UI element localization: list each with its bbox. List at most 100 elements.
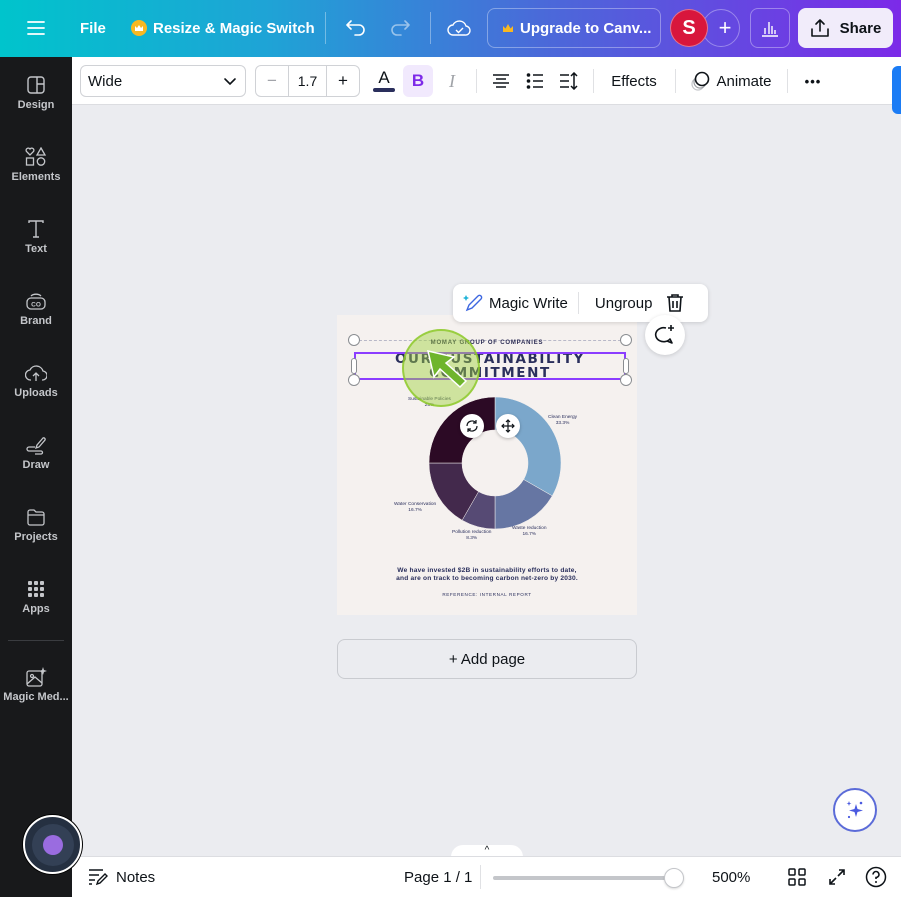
magic-assistant-button[interactable] <box>833 788 877 832</box>
expand-icon <box>829 869 845 885</box>
page-indicator[interactable]: Page 1 / 1 <box>404 869 472 886</box>
add-comment-button[interactable] <box>645 315 685 355</box>
save-status-button[interactable] <box>446 16 472 40</box>
resize-magic-switch-button[interactable]: Resize & Magic Switch <box>131 17 315 39</box>
sidebar-label: Elements <box>11 171 61 183</box>
more-options-button[interactable]: ••• <box>799 65 827 97</box>
move-handle[interactable] <box>496 414 520 438</box>
draw-icon <box>26 437 46 455</box>
line-spacing-icon <box>560 72 578 90</box>
bold-button[interactable]: B <box>403 65 433 97</box>
magic-write-label: Magic Write <box>489 294 568 312</box>
file-menu[interactable]: File <box>80 17 106 39</box>
body-text[interactable]: We have invested $2B in sustainability e… <box>337 567 637 583</box>
share-upload-icon <box>810 19 829 37</box>
rotate-icon <box>466 420 478 432</box>
side-panel-tab[interactable] <box>892 66 901 114</box>
animate-label: Animate <box>716 72 772 90</box>
donut-slice-clean-energy <box>494 396 562 497</box>
upgrade-label: Upgrade to Canv... <box>520 19 652 37</box>
avatar[interactable]: S <box>670 9 708 47</box>
grid-view-icon <box>788 868 806 886</box>
share-label: Share <box>839 19 882 37</box>
brand-icon: CO <box>26 293 46 310</box>
align-center-button[interactable] <box>487 65 515 97</box>
resize-label: Resize & Magic Switch <box>153 19 315 37</box>
body-line-1: We have invested $2B in sustainability e… <box>397 567 577 574</box>
text-color-icon: A <box>378 68 390 87</box>
fullscreen-button[interactable] <box>826 866 848 888</box>
ungroup-button[interactable]: Ungroup <box>579 295 661 312</box>
zoom-slider-thumb[interactable] <box>663 868 684 888</box>
click-indicator <box>402 329 480 407</box>
body-line-2: and are on track to becoming carbon net-… <box>396 575 578 582</box>
main-menu-button[interactable] <box>24 16 48 40</box>
notes-button[interactable]: Notes <box>88 868 155 886</box>
share-button[interactable]: Share <box>798 8 893 48</box>
notes-label: Notes <box>116 868 156 886</box>
sidebar-label: Brand <box>20 315 52 327</box>
sidebar-item-design[interactable]: Design <box>0 75 72 111</box>
decrease-font-size-button[interactable]: − <box>256 71 288 91</box>
chart-label-clean-energy: Clean Energy 33.3% <box>548 415 578 426</box>
sidebar-item-elements[interactable]: Elements <box>0 147 72 183</box>
chart-label-water-conservation: Water Conservation 16.7% <box>394 502 437 513</box>
insights-button[interactable] <box>750 8 790 48</box>
help-icon <box>865 866 887 888</box>
magic-write-button[interactable]: Magic Write <box>453 284 578 322</box>
sidebar-item-uploads[interactable]: Uploads <box>0 363 72 399</box>
elements-icon <box>25 147 47 166</box>
hamburger-icon <box>27 21 45 35</box>
spacing-button[interactable] <box>555 65 583 97</box>
sidebar-item-apps[interactable]: Apps <box>0 579 72 615</box>
font-name: Wide <box>88 72 123 90</box>
divider <box>476 69 477 93</box>
delete-button[interactable] <box>660 293 690 313</box>
sidebar-item-draw[interactable]: Draw <box>0 435 72 471</box>
assistant-dot-icon <box>42 834 63 855</box>
folder-icon <box>27 509 45 526</box>
zoom-slider-track[interactable] <box>493 876 683 880</box>
sidebar-item-projects[interactable]: Projects <box>0 507 72 543</box>
font-size-input[interactable]: 1.7 <box>288 66 327 96</box>
divider <box>593 69 594 93</box>
reference-text[interactable]: REFERENCE: INTERNAL REPORT <box>337 592 637 597</box>
magic-pen-icon <box>463 294 483 312</box>
sidebar-item-magic-media[interactable]: Magic Med... <box>0 667 72 703</box>
sidebar-item-brand[interactable]: CO Brand <box>0 291 72 327</box>
notes-icon <box>89 869 108 886</box>
assistant-button[interactable] <box>23 815 82 874</box>
cloud-upload-icon <box>25 365 47 381</box>
sidebar-label: Projects <box>14 531 58 543</box>
undo-button[interactable] <box>343 16 367 40</box>
plus-icon: + <box>718 15 732 40</box>
svg-text:CO: CO <box>31 302 41 309</box>
help-button[interactable] <box>865 866 887 888</box>
bar-chart-icon <box>762 22 778 37</box>
trash-icon <box>667 294 684 312</box>
chevron-down-icon <box>224 78 236 86</box>
text-color-button[interactable]: A <box>370 65 398 97</box>
sidebar-item-text[interactable]: Text <box>0 219 72 255</box>
redo-button[interactable] <box>389 16 413 40</box>
list-button[interactable] <box>521 65 549 97</box>
effects-button[interactable]: Effects <box>604 65 664 97</box>
divider <box>675 69 676 93</box>
design-icon <box>27 76 45 94</box>
font-family-dropdown[interactable]: Wide <box>80 65 246 97</box>
apps-grid-icon <box>28 581 44 597</box>
undo-icon <box>346 20 365 36</box>
grid-view-button[interactable] <box>786 866 808 888</box>
italic-button[interactable]: I <box>438 65 466 97</box>
animate-button[interactable]: Animate <box>686 65 776 97</box>
zoom-level[interactable]: 500% <box>712 869 750 886</box>
upgrade-button[interactable]: Upgrade to Canv... <box>487 8 661 48</box>
chart-label-waste-reduction: Waste reduction 16.7% <box>512 526 547 537</box>
increase-font-size-button[interactable]: + <box>327 71 359 91</box>
text-color-swatch <box>373 88 395 92</box>
move-icon <box>501 419 515 433</box>
add-page-button[interactable]: + Add page <box>337 639 637 679</box>
sparkle-icon <box>846 801 863 819</box>
rotate-handle[interactable] <box>460 414 484 438</box>
divider <box>787 69 788 93</box>
